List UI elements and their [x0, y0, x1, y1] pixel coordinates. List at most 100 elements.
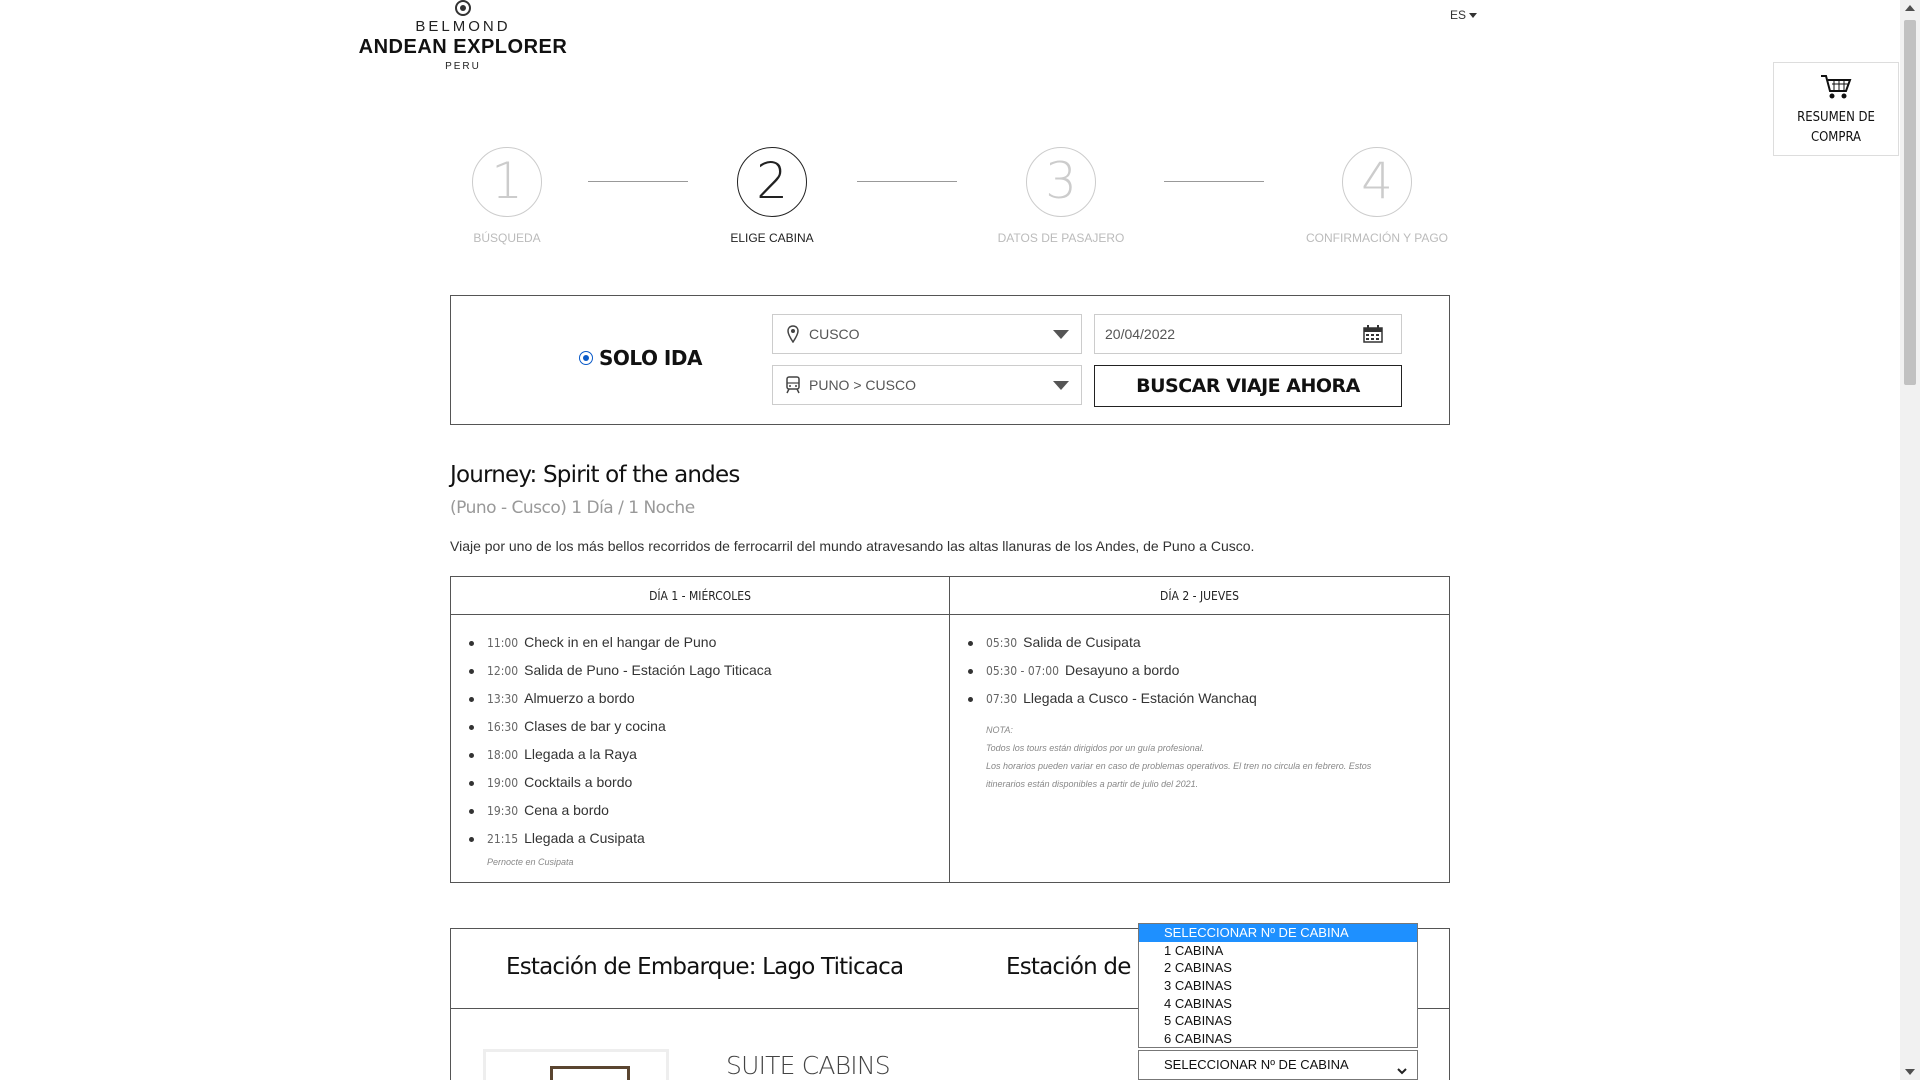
list-item: 16:30 Clases de bar y cocina — [469, 713, 949, 741]
list-item: 18:00 Llegada a la Raya — [469, 741, 949, 769]
brand-top: BELMOND — [415, 18, 511, 35]
list-item: 19:00 Cocktails a bordo — [469, 769, 949, 797]
note-line2: Los horarios pueden variar en caso de pr… — [986, 761, 1372, 789]
origin-value: CUSCO — [809, 326, 860, 342]
step-search[interactable]: 1 BÚSQUEDA — [407, 147, 607, 245]
scroll-down-icon[interactable] — [1905, 1069, 1915, 1075]
one-way-label: SOLO IDA — [599, 346, 702, 370]
boarding-station: Estación de Embarque: Lago Titicaca — [506, 954, 904, 980]
train-icon — [783, 376, 803, 394]
dropdown-arrow-icon — [1053, 330, 1069, 339]
cabin-count-options[interactable]: SELECCIONAR Nº DE CABINA 1 CABINA 2 CABI… — [1138, 923, 1418, 1048]
cabin-option-2[interactable]: 2 CABINAS — [1139, 959, 1417, 977]
note-line1: Todos los tours están dirigidos por un g… — [986, 743, 1205, 753]
day2-list: 05:30 Salida de Cusipata 05:30 - 07:00 Des… — [950, 615, 1449, 713]
day2-header: DÍA 2 - JUEVES — [950, 577, 1449, 615]
step-choose-cabin: 2 ELIGE CABINA — [672, 147, 872, 245]
language-label: ES — [1450, 8, 1467, 22]
item-text: Cocktails a bordo — [524, 774, 633, 790]
suite-image-frame — [550, 1066, 630, 1080]
item-text: Llegada a Cusco - Estación Wanchaq — [1023, 690, 1257, 706]
language-selector[interactable]: ES — [1450, 8, 1478, 22]
cabin-option-5[interactable]: 5 CABINAS — [1139, 1012, 1417, 1030]
item-time: 11:00 — [487, 636, 519, 650]
journey-description: Viaje por uno de los más bellos recorrid… — [450, 538, 1255, 554]
item-time: 07:30 — [986, 692, 1018, 706]
item-text: Desayuno a bordo — [1064, 662, 1180, 678]
scroll-thumb[interactable] — [1904, 20, 1916, 385]
item-time: 21:15 — [487, 832, 519, 846]
item-text: Salida de Puno - Estación Lago Titicaca — [524, 662, 772, 678]
list-item: 12:00 Salida de Puno - Estación Lago Titi… — [469, 657, 949, 685]
cart-summary-button[interactable]: RESUMEN DE COMPRA — [1773, 62, 1899, 156]
note-title: NOTA: — [986, 725, 1013, 735]
route-select[interactable]: PUNO > CUSCO — [772, 365, 1082, 405]
brand-sub: PERU — [445, 61, 481, 72]
brand-logo[interactable]: BELMOND ANDEAN EXPLORER PERU — [358, 0, 568, 72]
item-time: 19:30 — [487, 804, 519, 818]
step-connector — [1164, 181, 1264, 182]
journey-title: Journey: Spirit of the andes — [450, 462, 740, 488]
step-confirmation-payment: 4 CONFIRMACIÓN Y PAGO — [1277, 147, 1477, 245]
step-number: 2 — [737, 147, 807, 217]
suite-title: SUITE CABINS — [726, 1051, 891, 1080]
date-value: 20/04/2022 — [1105, 326, 1176, 342]
item-time: 12:00 — [487, 664, 519, 678]
item-time: 05:30 — [986, 636, 1018, 650]
shopping-cart-icon — [1821, 75, 1852, 99]
itinerary-day1: DÍA 1 - MIÉRCOLES 11:00 Check in en el ha… — [451, 577, 950, 882]
list-item: 21:15 Llegada a Cusipata — [469, 825, 949, 853]
item-text: Cena a bordo — [524, 802, 609, 818]
day2-note: NOTA: Todos los tours están dirigidos po… — [950, 721, 1390, 793]
cart-label-line2: COMPRA — [1810, 130, 1862, 145]
page-scrollbar[interactable] — [1900, 0, 1920, 1080]
search-panel: SOLO IDA CUSCO PUNO > CUSCO 20/04/2022 B… — [450, 295, 1450, 425]
cabin-option-4[interactable]: 4 CABINAS — [1139, 995, 1417, 1013]
date-field[interactable]: 20/04/2022 — [1094, 314, 1402, 354]
step-label: DATOS DE PASAJERO — [997, 231, 1125, 245]
brand-emblem-icon — [455, 0, 471, 16]
route-value: PUNO > CUSCO — [809, 377, 916, 393]
itinerary-day2: DÍA 2 - JUEVES 05:30 Salida de Cusipata 0… — [950, 577, 1449, 882]
cabin-option-3[interactable]: 3 CABINAS — [1139, 977, 1417, 995]
chevron-down-icon — [1397, 1058, 1407, 1080]
cabin-select-value: SELECCIONAR Nº DE CABINA — [1164, 1057, 1349, 1072]
calendar-icon[interactable] — [1363, 325, 1383, 346]
cabin-option-1[interactable]: 1 CABINA — [1139, 942, 1417, 960]
step-label: CONFIRMACIÓN Y PAGO — [1305, 231, 1449, 245]
step-passenger-data: 3 DATOS DE PASAJERO — [961, 147, 1161, 245]
item-time: 16:30 — [487, 720, 519, 734]
day1-list: 11:00 Check in en el hangar de Puno 12:00… — [451, 615, 949, 853]
step-label: BÚSQUEDA — [473, 231, 541, 245]
step-number: 3 — [1026, 147, 1096, 217]
cabin-count-select[interactable]: SELECCIONAR Nº DE CABINA — [1138, 1050, 1418, 1080]
origin-select[interactable]: CUSCO — [772, 314, 1082, 354]
item-time: 19:00 — [487, 776, 519, 790]
step-number: 4 — [1342, 147, 1412, 217]
brand-main: ANDEAN EXPLORER — [358, 36, 568, 58]
search-trip-button[interactable]: BUSCAR VIAJE AHORA — [1094, 365, 1402, 407]
scroll-up-icon[interactable] — [1905, 5, 1915, 11]
item-time: 18:00 — [487, 748, 519, 762]
item-text: Clases de bar y cocina — [524, 718, 666, 734]
item-text: Llegada a la Raya — [524, 746, 637, 762]
caret-down-icon — [1469, 13, 1478, 19]
item-text: Llegada a Cusipata — [524, 830, 645, 846]
list-item: 05:30 - 07:00 Desayuno a bordo — [968, 657, 1449, 685]
list-item: 11:00 Check in en el hangar de Puno — [469, 629, 949, 657]
radio-button[interactable] — [579, 351, 593, 365]
step-connector — [857, 181, 957, 182]
list-item: 05:30 Salida de Cusipata — [968, 629, 1449, 657]
cabin-option-6[interactable]: 6 CABINAS — [1139, 1030, 1417, 1048]
alighting-station: Estación de Desembarque: Wanchaq — [1006, 954, 1146, 980]
cabin-option-placeholder[interactable]: SELECCIONAR Nº DE CABINA — [1139, 924, 1417, 942]
item-time: 13:30 — [487, 692, 519, 706]
item-text: Check in en el hangar de Puno — [524, 634, 717, 650]
cart-label-line1: RESUMEN DE — [1797, 110, 1875, 125]
list-item: 13:30 Almuerzo a bordo — [469, 685, 949, 713]
location-pin-icon — [783, 325, 803, 343]
suite-image — [483, 1049, 669, 1080]
step-label: ELIGE CABINA — [730, 231, 814, 245]
item-text: Salida de Cusipata — [1023, 634, 1141, 650]
one-way-radio[interactable]: SOLO IDA — [579, 346, 702, 370]
